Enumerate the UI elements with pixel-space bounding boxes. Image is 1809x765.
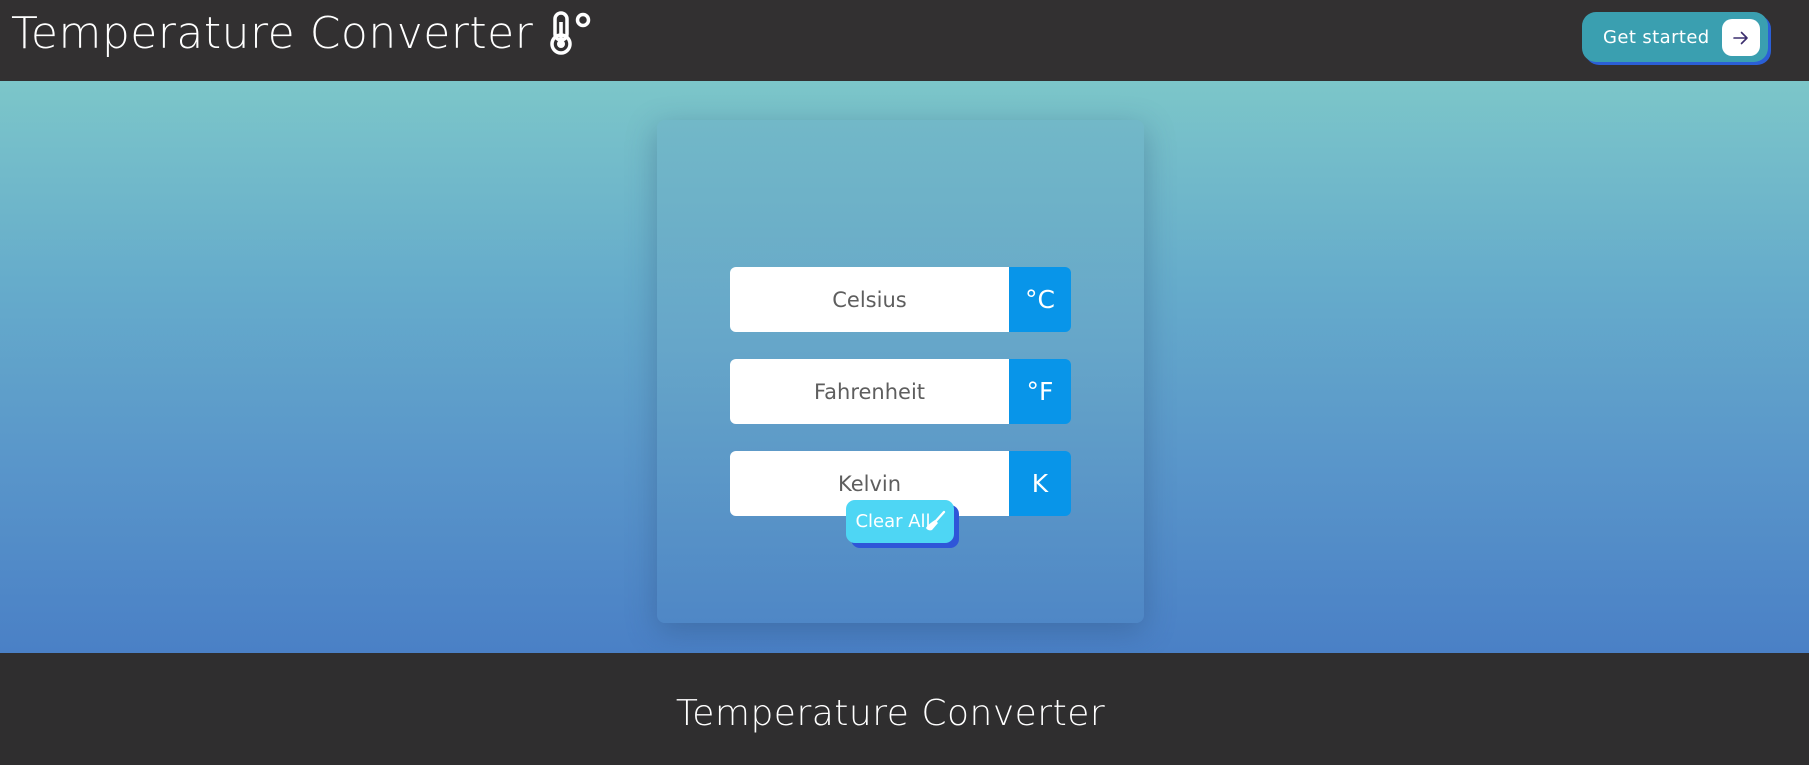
app-title-text: Temperature Converter: [11, 7, 534, 59]
hero-section: °C °F K Clear All: [0, 81, 1809, 653]
top-header: Temperature Converter Get started: [0, 0, 1809, 81]
get-started-label: Get started: [1603, 26, 1710, 48]
page: Temperature Converter Get started °C: [0, 0, 1809, 765]
app-title: Temperature Converter: [11, 3, 593, 63]
celsius-unit-label: °C: [1009, 267, 1071, 332]
clear-all-button[interactable]: Clear All: [846, 500, 954, 543]
fahrenheit-field-group: °F: [730, 359, 1071, 424]
kelvin-unit-label: K: [1009, 451, 1071, 516]
arrow-right-icon: [1722, 19, 1760, 56]
converter-card: °C °F K Clear All: [657, 120, 1144, 623]
fahrenheit-input[interactable]: [730, 359, 1009, 424]
fahrenheit-unit-label: °F: [1009, 359, 1071, 424]
celsius-input[interactable]: [730, 267, 1009, 332]
get-started-button[interactable]: Get started: [1582, 12, 1768, 62]
page-footer: Temperature Converter: [0, 653, 1809, 765]
clear-all-label: Clear All: [855, 511, 931, 532]
footer-title: Temperature Converter: [675, 693, 1106, 734]
broom-icon: [926, 510, 946, 531]
celsius-field-group: °C: [730, 267, 1071, 332]
thermometer-degree-icon: [550, 11, 591, 55]
